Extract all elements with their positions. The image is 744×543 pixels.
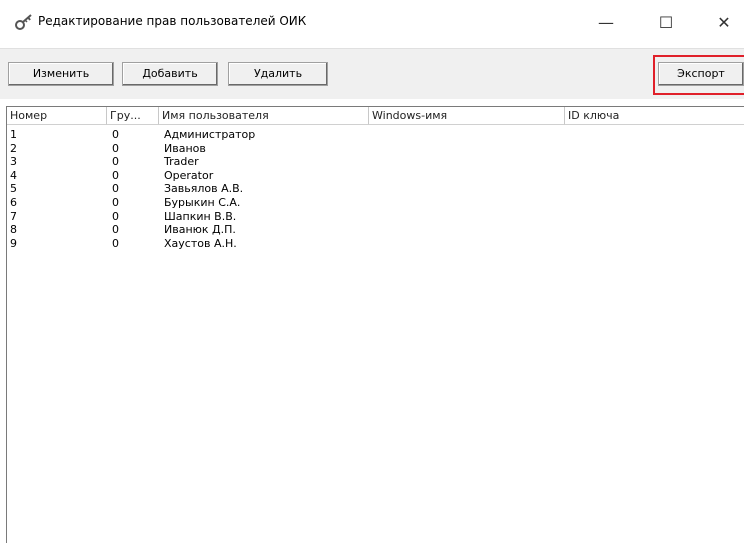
cell-number: 1 (10, 128, 17, 141)
cell-number: 6 (10, 196, 17, 209)
cell-group: 0 (112, 209, 119, 223)
users-list[interactable]: Номер Гру... Имя пользователя Windows-им… (6, 106, 744, 543)
cell-number: 4 (10, 168, 17, 182)
cell-username: Хаустов А.Н. (164, 236, 237, 250)
column-header-group[interactable]: Гру... (107, 107, 159, 125)
cell-username: Иванов (164, 141, 206, 155)
cell-group: 0 (112, 236, 119, 250)
cell-number: 7 (10, 209, 17, 223)
table-row[interactable]: 6 0 Бурыкин С.А. (7, 196, 744, 209)
table-row[interactable]: 2 0 Иванов (7, 142, 744, 155)
cell-number: 9 (10, 236, 17, 250)
cell-username: Администратор (164, 128, 256, 141)
column-header-key-id[interactable]: ID ключа (565, 107, 744, 125)
table-row[interactable]: 7 0 Шапкин В.В. (7, 210, 744, 223)
cell-username: Иванюк Д.П. (164, 223, 236, 237)
table-row[interactable]: 3 0 Trader (7, 155, 744, 168)
table-row[interactable]: 5 0 Завьялов А.В. (7, 182, 744, 195)
table-row[interactable]: 9 0 Хаустов А.Н. (7, 237, 744, 250)
add-button[interactable]: Добавить (122, 62, 218, 86)
column-header-username[interactable]: Имя пользователя (159, 107, 369, 125)
table-row[interactable]: 8 0 Иванюк Д.П. (7, 223, 744, 236)
cell-group: 0 (112, 141, 119, 155)
cell-username: Operator (164, 168, 214, 182)
cell-number: 5 (10, 182, 17, 196)
cell-group: 0 (112, 128, 119, 141)
cell-username: Trader (164, 155, 199, 169)
cell-group: 0 (112, 168, 119, 182)
column-header-windows-name[interactable]: Windows-имя (369, 107, 565, 125)
cell-number: 8 (10, 223, 17, 237)
cell-username: Завьялов А.В. (164, 182, 244, 196)
window-title: Редактирование прав пользователей ОИК (38, 14, 307, 28)
cell-username: Шапкин В.В. (164, 209, 237, 223)
cell-group: 0 (112, 196, 119, 209)
cell-number: 2 (10, 141, 17, 155)
delete-button[interactable]: Удалить (228, 62, 328, 86)
column-header-number[interactable]: Номер (7, 107, 107, 125)
minimize-button[interactable]: — (586, 8, 626, 38)
table-row[interactable]: 1 0 Администратор (7, 128, 744, 141)
cell-username: Бурыкин С.А. (164, 196, 241, 209)
maximize-button[interactable]: ☐ (646, 8, 686, 38)
cell-group: 0 (112, 155, 119, 169)
title-bar: Редактирование прав пользователей ОИК — … (0, 0, 744, 44)
cell-group: 0 (112, 223, 119, 237)
app-key-icon (15, 14, 32, 30)
table-row[interactable]: 4 0 Operator (7, 169, 744, 182)
close-button[interactable]: ✕ (704, 8, 744, 38)
toolbar: Изменить Добавить Удалить Экспорт (0, 48, 744, 99)
export-highlight-frame (653, 55, 744, 95)
cell-group: 0 (112, 182, 119, 196)
edit-button[interactable]: Изменить (8, 62, 114, 86)
cell-number: 3 (10, 155, 17, 169)
